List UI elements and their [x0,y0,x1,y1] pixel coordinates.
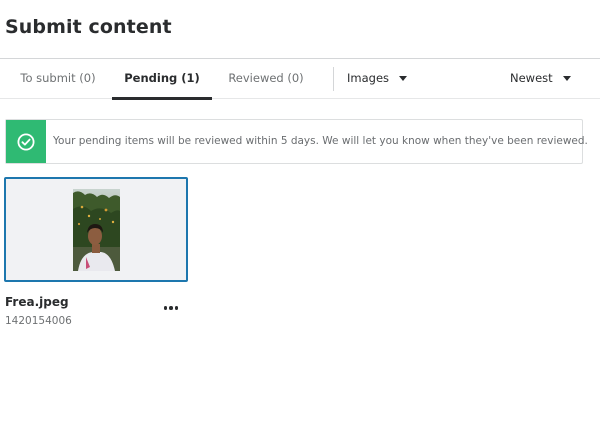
check-circle-icon [17,133,35,150]
sort-order-dropdown[interactable]: Newest [510,59,571,99]
page-title: Submit content [5,16,172,38]
content-type-dropdown[interactable]: Images [347,59,408,99]
file-id: 1420154006 [5,315,72,327]
sort-order-value: Newest [510,71,553,85]
content-type-value: Images [347,71,390,85]
caret-down-icon [562,76,571,81]
content-card[interactable] [4,177,188,282]
tab-reviewed[interactable]: Reviewed (0) [218,59,314,99]
more-dot [169,306,173,310]
pending-review-notice: Your pending items will be reviewed with… [5,119,588,164]
more-options-icon[interactable] [160,300,182,316]
caret-down-icon [399,76,408,81]
notice-icon-box [6,120,46,163]
tab-pending[interactable]: Pending (1) [112,59,212,100]
file-name: Frea.jpeg [5,295,69,309]
image-thumbnail [73,189,120,271]
status-tabs: To submit (0) Pending (1) Reviewed (0) I… [0,59,600,100]
notice-text: Your pending items will be reviewed with… [53,135,588,147]
tab-to-submit[interactable]: To submit (0) [10,59,106,99]
more-dot [163,306,168,310]
more-dot [174,306,179,310]
tabs-divider [333,67,334,91]
